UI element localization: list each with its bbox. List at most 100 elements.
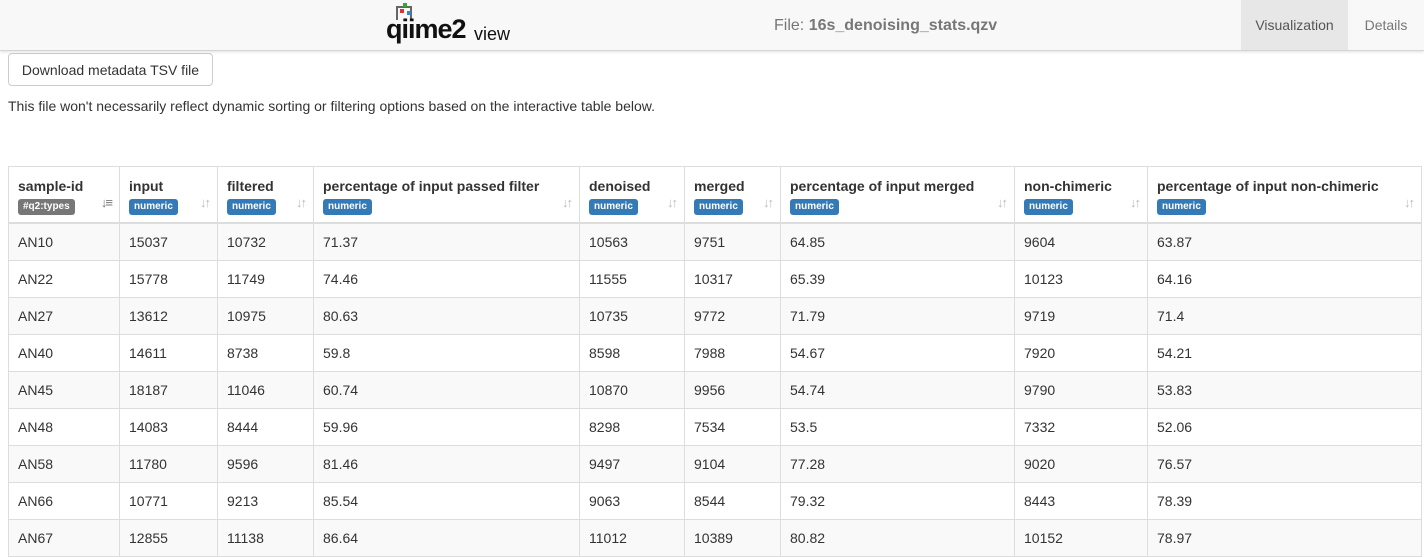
table-row: AN67 12855 11138 86.64 11012 10389 80.82 10152 7… — [8, 518, 1422, 557]
table-cell: 12855 — [119, 518, 218, 557]
column-header-merged[interactable]: merged numeric ↓↑ — [684, 166, 781, 224]
table-cell: 53.83 — [1147, 370, 1422, 409]
table-cell: 52.06 — [1147, 407, 1422, 446]
file-name: 16s_denoising_stats.qzv — [808, 17, 998, 34]
table-cell: 54.67 — [780, 333, 1015, 372]
logo-dot-red — [400, 9, 404, 13]
table-cell: 63.87 — [1147, 222, 1422, 261]
table-cell: 7920 — [1014, 333, 1148, 372]
table-cell: 8444 — [217, 407, 314, 446]
sort-icon[interactable]: ↓↑ — [1404, 195, 1415, 210]
top-navbar: qiime2 view File: 16s_denoising_stats.qz… — [0, 0, 1424, 51]
column-header-filtered[interactable]: filtered numeric ↓↑ — [217, 166, 314, 224]
table-cell: 59.96 — [313, 407, 580, 446]
table-cell: 9596 — [217, 444, 314, 483]
sort-icon[interactable]: ↓↑ — [763, 195, 774, 210]
table-cell: AN40 — [8, 333, 120, 372]
table-cell: 11012 — [579, 518, 685, 557]
table-cell: 10563 — [579, 222, 685, 261]
logo-text: qiime2 — [386, 14, 467, 44]
table-cell: 9956 — [684, 370, 781, 409]
column-header-percentage-of-input-non-chimeric[interactable]: percentage of input non-chimeric numeric ↓… — [1147, 166, 1422, 224]
sort-icon[interactable]: ↓↑ — [997, 195, 1008, 210]
table-cell: 54.74 — [780, 370, 1015, 409]
column-header-non-chimeric[interactable]: non-chimeric numeric ↓↑ — [1014, 166, 1148, 224]
column-type-badge: numeric — [1157, 199, 1206, 215]
download-note: This file won't necessarily reflect dyna… — [8, 98, 656, 114]
column-title: non-chimeric — [1024, 178, 1112, 194]
column-type-badge: numeric — [694, 199, 743, 215]
table-cell: 80.82 — [780, 518, 1015, 557]
table-cell: 10771 — [119, 481, 218, 520]
table-cell: 77.28 — [780, 444, 1015, 483]
table-cell: 18187 — [119, 370, 218, 409]
table-cell: 78.97 — [1147, 518, 1422, 557]
column-title: sample-id — [18, 178, 84, 194]
sort-icon[interactable]: ↓↑ — [562, 195, 573, 210]
table-cell: 15778 — [119, 259, 218, 298]
sort-ascending-icon[interactable]: ↓≡ — [101, 195, 113, 210]
table-row: AN27 13612 10975 80.63 10735 9772 71.79 9719 71.… — [8, 296, 1422, 335]
table-row: AN48 14083 8444 59.96 8298 7534 53.5 7332 52.06 — [8, 407, 1422, 446]
logo-dot-green — [403, 3, 407, 7]
download-metadata-button[interactable]: Download metadata TSV file — [8, 53, 213, 86]
sort-icon[interactable]: ↓↑ — [667, 195, 678, 210]
table-cell: 11555 — [579, 259, 685, 298]
table-cell: 14083 — [119, 407, 218, 446]
table-cell: AN10 — [8, 222, 120, 261]
table-cell: 10152 — [1014, 518, 1148, 557]
table-cell: 14611 — [119, 333, 218, 372]
table-cell: 10735 — [579, 296, 685, 335]
column-type-badge: numeric — [129, 199, 178, 215]
table-cell: 9063 — [579, 481, 685, 520]
file-prefix: File: — [774, 17, 805, 34]
table-cell: 10389 — [684, 518, 781, 557]
table-cell: 78.39 — [1147, 481, 1422, 520]
sort-icon[interactable]: ↓↑ — [200, 195, 211, 210]
table-cell: 80.63 — [313, 296, 580, 335]
table-row: AN22 15778 11749 74.46 11555 10317 65.39 10123 6… — [8, 259, 1422, 298]
column-title: denoised — [589, 178, 651, 194]
column-header-sample-id[interactable]: sample-id #q2:types ↓≡ — [8, 166, 120, 224]
file-label: File: 16s_denoising_stats.qzv — [774, 17, 997, 35]
sort-icon[interactable]: ↓↑ — [1130, 195, 1141, 210]
table-cell: 9020 — [1014, 444, 1148, 483]
table-header-row: sample-id #q2:types ↓≡ input numeric ↓↑ filter… — [8, 166, 1422, 224]
column-title: filtered — [227, 178, 274, 194]
table-row: AN40 14611 8738 59.8 8598 7988 54.67 7920 54.21 — [8, 333, 1422, 372]
sort-icon[interactable]: ↓↑ — [296, 195, 307, 210]
column-type-badge: numeric — [1024, 199, 1073, 215]
column-header-denoised[interactable]: denoised numeric ↓↑ — [579, 166, 685, 224]
table-cell: 7332 — [1014, 407, 1148, 446]
table-cell: 65.39 — [780, 259, 1015, 298]
table-cell: 10870 — [579, 370, 685, 409]
column-title: percentage of input non-chimeric — [1157, 178, 1379, 194]
table-cell: 53.5 — [780, 407, 1015, 446]
column-type-badge: #q2:types — [18, 199, 75, 215]
column-header-percentage-of-input-passed-filter[interactable]: percentage of input passed filter numeric… — [313, 166, 580, 224]
table-row: AN10 15037 10732 71.37 10563 9751 64.85 9604 63.… — [8, 222, 1422, 261]
qiime2-view-logo[interactable]: qiime2 view — [386, 3, 516, 46]
tab-details[interactable]: Details — [1348, 0, 1424, 50]
table-cell: 9497 — [579, 444, 685, 483]
table-cell: 60.74 — [313, 370, 580, 409]
table-cell: 7534 — [684, 407, 781, 446]
table-cell: 10732 — [217, 222, 314, 261]
table-cell: 9604 — [1014, 222, 1148, 261]
column-title: input — [129, 178, 164, 194]
table-cell: 71.4 — [1147, 296, 1422, 335]
table-cell: 11749 — [217, 259, 314, 298]
table-cell: 59.8 — [313, 333, 580, 372]
table-cell: 74.46 — [313, 259, 580, 298]
column-header-input[interactable]: input numeric ↓↑ — [119, 166, 218, 224]
column-type-badge: numeric — [790, 199, 839, 215]
table-cell: AN27 — [8, 296, 120, 335]
table-cell: 11138 — [217, 518, 314, 557]
tab-visualization[interactable]: Visualization — [1241, 0, 1348, 50]
table-cell: 9213 — [217, 481, 314, 520]
table-cell: AN48 — [8, 407, 120, 446]
table-cell: 10317 — [684, 259, 781, 298]
column-header-percentage-of-input-merged[interactable]: percentage of input merged numeric ↓↑ — [780, 166, 1015, 224]
table-cell: 71.79 — [780, 296, 1015, 335]
table-cell: 7988 — [684, 333, 781, 372]
